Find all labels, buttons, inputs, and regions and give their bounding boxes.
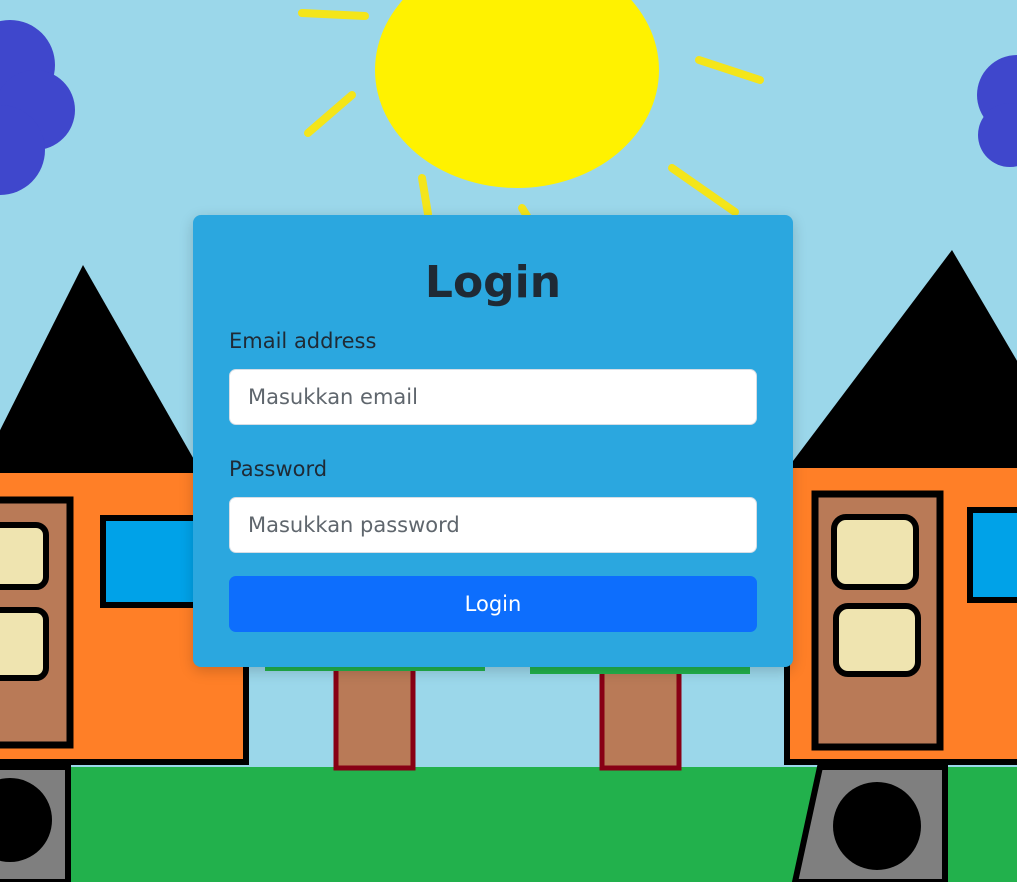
login-card: Login Email address Password Login — [193, 215, 793, 667]
tree-trunk-right — [599, 657, 682, 771]
login-title: Login — [424, 257, 562, 308]
email-label: Email address — [229, 329, 377, 353]
tree-top-right — [530, 666, 750, 674]
tree-trunk-left — [333, 657, 416, 771]
login-button[interactable]: Login — [229, 576, 757, 632]
password-label: Password — [229, 457, 328, 481]
password-input[interactable] — [229, 497, 757, 553]
email-input[interactable] — [229, 369, 757, 425]
